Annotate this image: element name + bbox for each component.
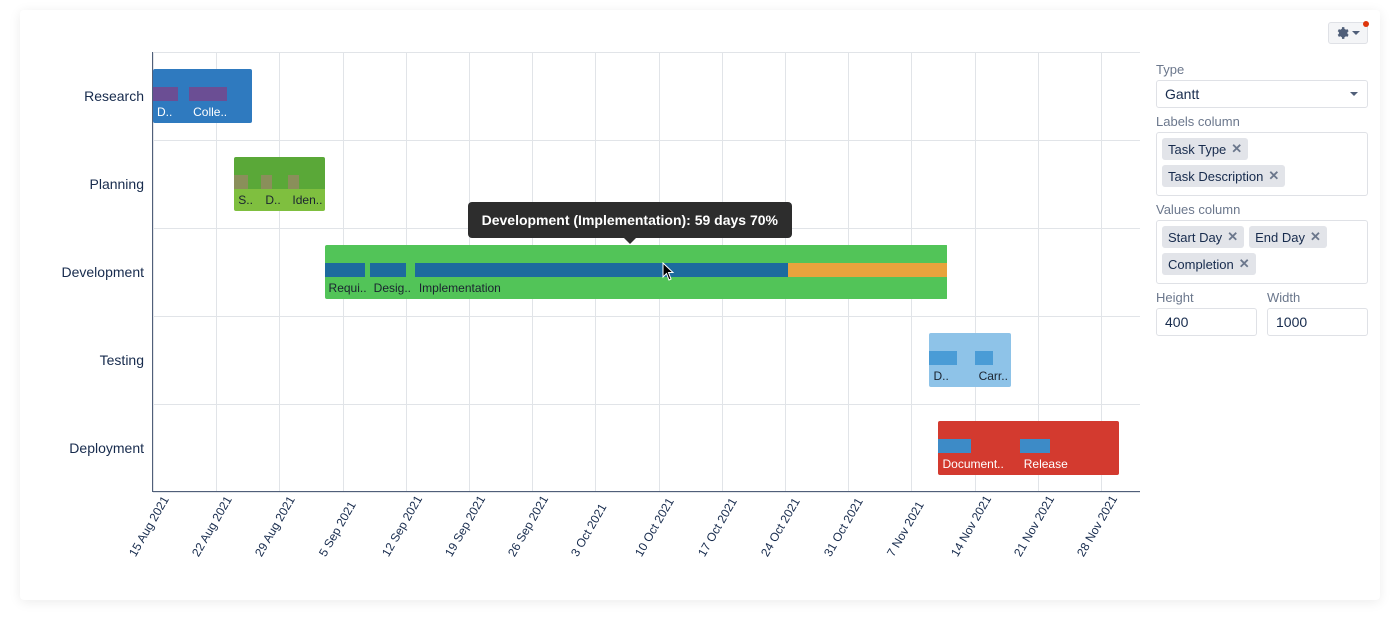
gantt-segment-label: S.. xyxy=(234,189,261,211)
gantt-segment-label: Document.. xyxy=(938,453,1019,475)
x-axis-label: 15 Aug 2021 xyxy=(126,494,172,559)
labels-column-tag[interactable]: Task Description ✕ xyxy=(1162,165,1285,187)
tag-text: Task Description xyxy=(1168,169,1263,184)
gantt-segment-label: D.. xyxy=(929,365,974,387)
chart-type-value: Gantt xyxy=(1165,86,1199,102)
close-icon[interactable]: ✕ xyxy=(1268,168,1279,184)
labels-column-tag[interactable]: Task Type ✕ xyxy=(1162,138,1248,160)
tag-text: End Day xyxy=(1255,230,1305,245)
y-axis-label: Deployment xyxy=(69,404,144,492)
values-column-tag[interactable]: Completion ✕ xyxy=(1162,253,1256,275)
type-label: Type xyxy=(1156,62,1368,77)
chart-type-select[interactable]: Gantt xyxy=(1156,80,1368,108)
x-axis-label: 24 Oct 2021 xyxy=(758,495,803,559)
close-icon[interactable]: ✕ xyxy=(1310,229,1321,245)
gantt-segment-label: Requi.. xyxy=(325,277,370,299)
gantt-segment-label: Colle.. xyxy=(189,101,252,123)
gantt-segment-label: Implementation xyxy=(415,277,948,299)
y-axis-label: Research xyxy=(84,52,144,140)
gantt-chart: ResearchPlanningDevelopmentTestingDeploy… xyxy=(32,22,1140,600)
values-column-tag[interactable]: Start Day ✕ xyxy=(1162,226,1244,248)
labels-column-input[interactable]: Task Type ✕ Task Description ✕ xyxy=(1156,132,1368,196)
x-axis-label: 21 Nov 2021 xyxy=(1011,493,1057,559)
tag-text: Completion xyxy=(1168,257,1234,272)
values-column-tag[interactable]: End Day ✕ xyxy=(1249,226,1327,248)
x-axis-label: 19 Sep 2021 xyxy=(442,493,488,559)
x-axis-label: 5 Sep 2021 xyxy=(316,499,359,559)
gantt-bar[interactable]: S..D..Iden.. xyxy=(234,157,324,211)
width-label: Width xyxy=(1267,290,1368,305)
height-value: 400 xyxy=(1165,314,1188,330)
values-column-input[interactable]: Start Day ✕ End Day ✕ Completion ✕ xyxy=(1156,220,1368,284)
chevron-down-icon xyxy=(1351,28,1361,38)
width-input[interactable]: 1000 xyxy=(1267,308,1368,336)
close-icon[interactable]: ✕ xyxy=(1239,256,1250,272)
x-axis-label: 26 Sep 2021 xyxy=(505,493,551,559)
gantt-segment-label: Carr.. xyxy=(975,365,1011,387)
gantt-segment-label: D.. xyxy=(153,101,189,123)
gantt-segment-label: Desig.. xyxy=(370,277,415,299)
height-input[interactable]: 400 xyxy=(1156,308,1257,336)
gantt-bar[interactable]: Requi..Desig..Implementation xyxy=(325,245,948,299)
x-axis-label: 31 Oct 2021 xyxy=(821,495,866,559)
gantt-bar[interactable]: D..Colle.. xyxy=(153,69,252,123)
x-axis-label: 3 Oct 2021 xyxy=(568,501,609,559)
gantt-segment-label: Iden.. xyxy=(288,189,324,211)
settings-button[interactable] xyxy=(1328,22,1368,44)
gantt-bar[interactable]: Document..Release xyxy=(938,421,1119,475)
gantt-bar[interactable]: D..Carr.. xyxy=(929,333,1010,387)
x-axis-label: 22 Aug 2021 xyxy=(189,494,235,559)
close-icon[interactable]: ✕ xyxy=(1227,229,1238,245)
tag-text: Task Type xyxy=(1168,142,1226,157)
y-axis-label: Testing xyxy=(100,316,144,404)
x-axis-label: 28 Nov 2021 xyxy=(1074,493,1120,559)
x-axis-label: 14 Nov 2021 xyxy=(948,493,994,559)
chevron-down-icon xyxy=(1349,89,1359,99)
x-axis-label: 7 Nov 2021 xyxy=(884,499,927,559)
x-axis-label: 17 Oct 2021 xyxy=(695,495,740,559)
gantt-segment-label: Release xyxy=(1020,453,1119,475)
gantt-segment-label: D.. xyxy=(261,189,288,211)
x-axis-label: 29 Aug 2021 xyxy=(252,494,298,559)
tag-text: Start Day xyxy=(1168,230,1222,245)
close-icon[interactable]: ✕ xyxy=(1231,141,1242,157)
x-axis-label: 10 Oct 2021 xyxy=(632,495,677,559)
height-label: Height xyxy=(1156,290,1257,305)
y-axis-label: Development xyxy=(62,228,145,316)
config-panel: Type Gantt Labels column Task Type✕Task … xyxy=(1156,22,1368,600)
gear-icon xyxy=(1335,26,1349,40)
y-axis-label: Planning xyxy=(90,140,145,228)
unsaved-indicator-icon xyxy=(1363,21,1369,27)
values-column-label: Values column xyxy=(1156,202,1368,217)
labels-column-label: Labels column xyxy=(1156,114,1368,129)
width-value: 1000 xyxy=(1276,314,1307,330)
x-axis-label: 12 Sep 2021 xyxy=(379,493,425,559)
